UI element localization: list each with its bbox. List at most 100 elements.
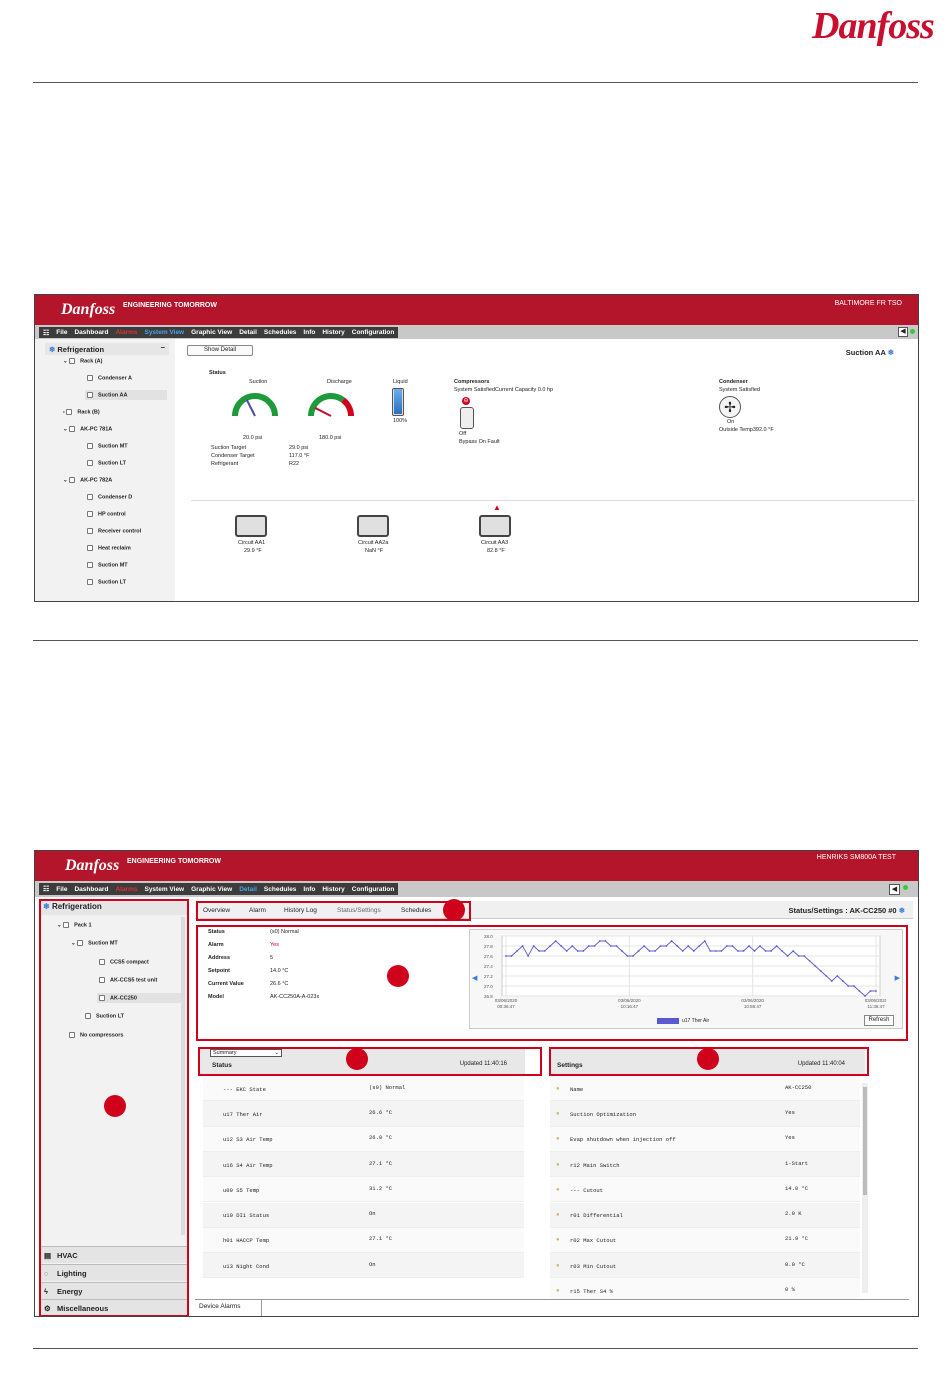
edit-icon[interactable]: ● xyxy=(556,1211,560,1218)
tree-item-ak-pc-781a[interactable]: ⌄ AK-PC 781A xyxy=(63,426,112,432)
highlight-status-info xyxy=(196,925,908,1041)
sidebar-title: Refrigeration xyxy=(57,345,105,354)
menu-schedules[interactable]: Schedules xyxy=(264,886,297,893)
liquid-level-bar xyxy=(392,388,404,416)
table-row: u12 S3 Air Temp 26.0 °C xyxy=(203,1126,524,1152)
menu-history[interactable]: History xyxy=(322,329,344,336)
tree-item-suction-lt-2[interactable]: Suction LT xyxy=(87,579,126,585)
circuit-icon[interactable] xyxy=(357,515,389,537)
main-menu: ☷ File Dashboard Alarms System View Grap… xyxy=(39,883,399,895)
menu-file[interactable]: File xyxy=(56,329,67,336)
tree-item-suction-mt-2[interactable]: Suction MT xyxy=(87,562,128,568)
grid-menu-icon[interactable]: ☷ xyxy=(43,885,49,893)
tree-item-heat-reclaim[interactable]: Heat reclaim xyxy=(87,545,131,551)
row-value: AK-CC250 xyxy=(785,1083,812,1091)
edit-icon[interactable]: ● xyxy=(556,1186,560,1193)
tree-item-suction-mt[interactable]: Suction MT xyxy=(87,443,128,449)
row-value: Yes xyxy=(785,1134,795,1142)
sound-icon[interactable]: ◀ xyxy=(898,327,908,337)
row-key: u13 Night Cond xyxy=(223,1262,270,1270)
menu-history[interactable]: History xyxy=(322,886,344,893)
tree-item-receiver-control[interactable]: Receiver control xyxy=(87,528,141,534)
menu-configuration[interactable]: Configuration xyxy=(352,329,395,336)
table-row: --- EKC State (s0) Normal xyxy=(203,1076,524,1102)
sidebar-header[interactable]: ❄ Refrigeration − xyxy=(45,343,169,355)
menu-system-view[interactable]: System View xyxy=(144,886,184,893)
device-alarms-tab[interactable]: Device Alarms xyxy=(195,1300,262,1316)
divider xyxy=(33,1348,918,1349)
tree-item-suction-lt[interactable]: Suction LT xyxy=(87,460,126,466)
info-condenser-target-value: 117.0 °F xyxy=(289,453,310,459)
menu-dashboard[interactable]: Dashboard xyxy=(74,329,108,336)
device-icon xyxy=(87,392,93,398)
menu-graphic-view[interactable]: Graphic View xyxy=(191,329,232,336)
row-key: u09 S5 Temp xyxy=(223,1186,260,1194)
collapse-icon[interactable]: − xyxy=(161,343,165,352)
settings-scrollbar[interactable] xyxy=(862,1083,868,1293)
device-icon xyxy=(87,579,93,585)
table-row[interactable]: ● Evap shutdown when injection off Yes xyxy=(550,1126,860,1152)
menu-dashboard[interactable]: Dashboard xyxy=(74,886,108,893)
tree-item-condenser-a[interactable]: Condenser A xyxy=(87,375,132,381)
menu-detail[interactable]: Detail xyxy=(239,886,257,893)
menu-alarms[interactable]: Alarms xyxy=(115,329,137,336)
table-row[interactable]: ● r03 Min Cutout 0.0 °C xyxy=(550,1253,860,1279)
table-row[interactable]: ● --- Cutout 14.0 °C xyxy=(550,1177,860,1203)
tree-item-label: Suction MT xyxy=(98,443,128,450)
edit-icon[interactable]: ● xyxy=(556,1135,560,1142)
compressor-icon xyxy=(69,426,76,432)
menu-info[interactable]: Info xyxy=(303,329,315,336)
tree-item-suction-aa[interactable]: Suction AA xyxy=(85,390,167,401)
tree-item-hp-control[interactable]: HP control xyxy=(87,511,126,517)
status-heading: Status xyxy=(209,370,226,376)
table-row[interactable]: ● r02 Max Cutout 21.9 °C xyxy=(550,1227,860,1254)
tree-item-condenser-d[interactable]: Condenser D xyxy=(87,494,132,500)
show-detail-button[interactable]: Show Detail xyxy=(187,345,253,356)
edit-icon[interactable]: ● xyxy=(556,1262,560,1269)
circuit-icon[interactable] xyxy=(479,515,511,537)
fan-icon[interactable]: ✢ xyxy=(719,396,741,418)
edit-icon[interactable]: ● xyxy=(556,1236,560,1243)
table-row[interactable]: ● Suction Optimization Yes xyxy=(550,1101,860,1127)
row-key: u17 Ther Air xyxy=(223,1110,263,1118)
header-logo: Danfoss xyxy=(61,853,120,877)
menu-file[interactable]: File xyxy=(56,886,67,893)
table-row[interactable]: ● r01 Differential 2.0 K xyxy=(550,1202,860,1228)
edit-icon[interactable]: ● xyxy=(556,1110,560,1117)
tree-item-ak-pc-782a[interactable]: ⌄ AK-PC 782A xyxy=(63,477,112,483)
edit-icon[interactable]: ● xyxy=(556,1287,560,1294)
device-icon xyxy=(87,562,93,568)
circuit-icon[interactable] xyxy=(235,515,267,537)
callout-marker xyxy=(697,1048,719,1070)
edit-icon[interactable]: ● xyxy=(556,1085,560,1092)
row-value: 31.2 °C xyxy=(369,1184,393,1192)
row-key: r01 Differential xyxy=(570,1212,623,1220)
callout-marker xyxy=(443,899,465,921)
menu-configuration[interactable]: Configuration xyxy=(352,886,395,893)
menu-info[interactable]: Info xyxy=(303,886,315,893)
menu-graphic-view[interactable]: Graphic View xyxy=(191,886,232,893)
sound-icon[interactable]: ◀ xyxy=(889,884,900,895)
compressor-icon[interactable] xyxy=(460,407,474,429)
header-logo-text: Danfoss xyxy=(65,857,120,874)
menu-system-view[interactable]: System View xyxy=(144,329,184,336)
table-row[interactable]: ● r12 Main Switch 1-Start xyxy=(550,1151,860,1178)
callout-marker xyxy=(104,1095,126,1117)
edit-icon[interactable]: ● xyxy=(556,1161,560,1168)
menu-schedules[interactable]: Schedules xyxy=(264,329,297,336)
grid-menu-icon[interactable]: ☷ xyxy=(43,329,49,337)
tree-item-rack-a[interactable]: ⌄ Rack (A) xyxy=(63,358,102,364)
compressor-icon xyxy=(69,358,76,364)
info-refrigerant-label: Refrigerant xyxy=(211,461,239,467)
highlight-tabs xyxy=(196,901,471,921)
scrollbar-thumb[interactable] xyxy=(863,1087,867,1195)
tree-item-rack-b[interactable]: › Rack (B) xyxy=(63,409,100,415)
tree-item-label: AK-PC 781A xyxy=(80,426,113,433)
suction-value: 20.0 psi xyxy=(243,435,263,441)
status-led-icon xyxy=(903,885,908,890)
table-row[interactable]: ● Name AK-CC250 xyxy=(550,1076,860,1102)
menu-alarms[interactable]: Alarms xyxy=(115,886,137,893)
compressor-fault: Bypass On Fault xyxy=(459,439,500,445)
menu-detail[interactable]: Detail xyxy=(239,329,257,336)
row-value: 26.6 °C xyxy=(369,1108,393,1116)
